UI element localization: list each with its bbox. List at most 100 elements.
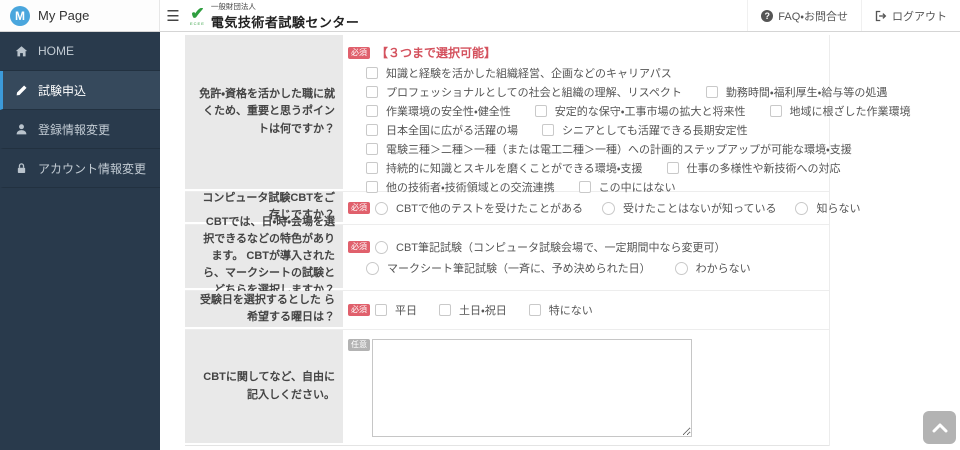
checkbox[interactable] (366, 142, 378, 155)
sidebar-item-home[interactable]: HOME (0, 32, 160, 71)
q1-option-5[interactable]: 安定的な保守・工事市場の拡大と将来性 (534, 103, 746, 119)
main-content: 免許・資格を活かした職に就くため、重要と思うポイントは何ですか？ 必須 【３つま… (160, 32, 960, 450)
hamburger-icon: ☰ (166, 7, 180, 25)
faq-link[interactable]: ? FAQ・お問合せ (747, 0, 861, 31)
user-icon (16, 123, 27, 134)
chevron-up-icon (932, 423, 947, 432)
checkbox[interactable] (366, 66, 378, 79)
q1-option-11[interactable]: 仕事の多様性や新技術への対応 (666, 160, 841, 176)
q4-option-2[interactable]: 土日・祝日 (439, 302, 507, 318)
q1-option-4[interactable]: 作業環境の安全性・健全性 (366, 103, 511, 119)
question-content-q3: 必須 CBT筆記試験（コンピュータ試験会場で、一定期間中なら変更可） マークシー… (345, 225, 829, 290)
question-icon: ? (761, 9, 774, 22)
q2-option-2[interactable]: 受けたことはないが知っている (602, 200, 776, 216)
sidebar-item-label: 登録情報変更 (38, 122, 111, 137)
option-label: プロフェッショナルとしての社会と組織の理解、リスペクト (386, 86, 682, 99)
sidebar-item-registration-info[interactable]: 登録情報変更 (0, 110, 160, 149)
q2-option-1[interactable]: CBTで他のテストを受けたことがある (375, 200, 583, 216)
checkbox[interactable] (439, 304, 451, 316)
q2-option-3[interactable]: 知らない (795, 200, 860, 216)
checkbox[interactable] (666, 161, 679, 174)
form-row-q3: CBTでは、日・時・会場を選択できるなどの特色があります。 CBTが導入されたら… (185, 216, 829, 296)
question-label-q3: CBTでは、日・時・会場を選択できるなどの特色があります。 CBTが導入されたら… (185, 216, 345, 296)
option-label: 安定的な保守・工事市場の拡大と将来性 (554, 105, 746, 118)
free-comment-textarea[interactable] (372, 339, 692, 437)
option-label: 勤務時間・福利厚生・給与等の処遇 (725, 86, 888, 99)
radio[interactable] (375, 201, 388, 215)
form-row-q5: CBTに関してなど、自由に記入しください。 任意 (185, 330, 829, 446)
sidebar: HOME 試験申込 登録情報変更 アカウント情報変更 (0, 32, 160, 450)
sidebar-item-exam-application[interactable]: 試験申込 (0, 71, 160, 110)
checkbox[interactable] (578, 180, 591, 193)
question-content-q5: 任意 (345, 330, 829, 445)
option-label: 特にない (548, 305, 593, 317)
q1-option-7[interactable]: 日本全国に広がる活躍の場 (366, 122, 518, 138)
option-label: 平日 (395, 305, 417, 317)
checkbox[interactable] (366, 180, 378, 193)
sidebar-toggle-button[interactable]: ☰ (160, 0, 186, 31)
checkbox[interactable] (534, 104, 547, 117)
option-label: 電験三種＞二種＞一種（または電工二種＞一種）への計画的ステップアップが可能な環境… (386, 143, 852, 156)
q3-option-3[interactable]: わからない (674, 260, 751, 276)
checkbox[interactable] (705, 85, 718, 98)
option-label: CBTで他のテストを受けたことがある (396, 203, 583, 215)
form-row-q1: 免許・資格を活かした職に就くため、重要と思うポイントは何ですか？ 必須 【３つま… (185, 35, 911, 194)
question-label-q4: 受験日を選択するとした ら希望する曜日は？ (185, 291, 345, 329)
optional-badge: 任意 (348, 339, 370, 351)
q3-option-1[interactable]: CBT筆記試験（コンピュータ試験会場で、一定期間中なら変更可） (375, 239, 726, 255)
option-label: 地域に根ざした作業環境 (789, 105, 911, 118)
q1-option-3[interactable]: 勤務時間・福利厚生・給与等の処遇 (705, 84, 888, 100)
q1-option-9[interactable]: 電験三種＞二種＞一種（または電工二種＞一種）への計画的ステップアップが可能な環境… (366, 141, 852, 157)
sidebar-item-label: 試験申込 (38, 83, 87, 98)
radio[interactable] (366, 261, 379, 275)
q4-option-3[interactable]: 特にない (528, 302, 593, 318)
checkbox[interactable] (542, 123, 554, 136)
radio[interactable] (795, 201, 809, 215)
faq-link-label: FAQ・お問合せ (778, 10, 848, 23)
question-label-q5: CBTに関してなど、自由に記入しください。 (185, 330, 345, 445)
option-label: シニアとしても活躍できる長期安定性 (562, 124, 748, 137)
checkbox[interactable] (366, 161, 378, 174)
survey-form: 免許・資格を活かした職に就くため、重要と思うポイントは何ですか？ 必須 【３つま… (185, 35, 911, 446)
option-label: 仕事の多様性や新技術への対応 (686, 162, 841, 175)
required-badge: 必須 (348, 46, 370, 59)
radio[interactable] (602, 201, 615, 215)
required-badge: 必須 (348, 241, 370, 253)
mypage-logo-icon: M (10, 5, 30, 26)
q3-option-2[interactable]: マークシート筆記試験（一斉に、予め決められた日） (366, 260, 651, 276)
scroll-to-top-button[interactable] (923, 411, 956, 444)
required-badge: 必須 (348, 304, 370, 316)
org-logo: ✔ ECEE 一般財団法人 電気技術者試験センター (186, 0, 359, 31)
q1-option-1[interactable]: 知識と経験を活かした組織経営、企画などのキャリアパス (366, 65, 672, 81)
radio[interactable] (674, 261, 688, 275)
option-label: 持続的に知識とスキルを磨くことができる環境・支援 (386, 162, 643, 175)
checkbox[interactable] (375, 304, 387, 316)
q1-option-6[interactable]: 地域に根ざした作業環境 (769, 103, 911, 119)
q1-option-10[interactable]: 持続的に知識とスキルを磨くことができる環境・支援 (366, 160, 643, 176)
checkbox[interactable] (366, 104, 378, 117)
option-label: わからない (695, 263, 751, 275)
option-label: 知識と経験を活かした組織経営、企画などのキャリアパス (386, 67, 672, 80)
checkbox[interactable] (366, 123, 378, 136)
option-label: 作業環境の安全性・健全性 (386, 105, 511, 118)
sidebar-item-account-info[interactable]: アカウント情報変更 (0, 149, 160, 188)
q1-limit-heading: 【３つまで選択可能】 (376, 46, 497, 60)
mypage-brand[interactable]: M My Page (0, 0, 160, 31)
checkbox[interactable] (769, 104, 782, 117)
logout-link[interactable]: ログアウト (861, 0, 960, 31)
q1-option-2[interactable]: プロフェッショナルとしての社会と組織の理解、リスペクト (366, 84, 682, 100)
option-label: 日本全国に広がる活躍の場 (386, 124, 518, 137)
sidebar-item-label: HOME (38, 44, 74, 58)
checkbox[interactable] (366, 85, 378, 98)
checkbox[interactable] (528, 304, 541, 316)
q4-option-1[interactable]: 平日 (375, 302, 417, 318)
home-icon (15, 45, 28, 56)
q1-option-8[interactable]: シニアとしても活躍できる長期安定性 (542, 122, 748, 138)
ecee-logo-icon: ✔ ECEE (190, 4, 205, 26)
option-label: 知らない (816, 203, 861, 215)
pencil-icon (16, 84, 27, 95)
radio[interactable] (375, 240, 388, 254)
question-content-q2: 必須 CBTで他のテストを受けたことがある 受けたことはないが知っている 知らな… (345, 192, 860, 224)
option-label: CBT筆記試験（コンピュータ試験会場で、一定期間中なら変更可） (396, 242, 726, 254)
question-content-q4: 必須 平日 土日・祝日 特にない (345, 291, 829, 329)
